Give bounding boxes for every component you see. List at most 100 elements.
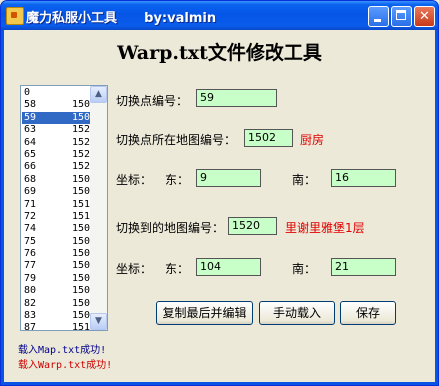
south-label: 南： (292, 173, 317, 187)
list-item-map: 1520 (72, 124, 91, 136)
warp-listbox[interactable]: 058 1502 59 1502 63 1520 64 1520 65 1520 66 1520 68 1… (20, 85, 108, 331)
dest-map-name: 里谢里雅堡1层 (285, 221, 365, 235)
dest-south-field[interactable]: 21 (331, 258, 396, 276)
list-item-map: 1506 (72, 173, 91, 185)
list-item-id: 65 (24, 148, 37, 160)
list-item-id: 80 (24, 285, 37, 297)
list-item-id: 58 (24, 99, 37, 111)
list-item-id: 79 (24, 272, 37, 284)
dest-map-label: 切换到的地图编号： (116, 221, 225, 235)
maximize-button[interactable] (391, 6, 412, 27)
close-icon: ✕ (419, 9, 430, 24)
list-item-id: 82 (24, 297, 37, 309)
warp-list-items: 058 1502 59 1502 63 1520 64 1520 65 1520 66 1520 68 1… (22, 87, 91, 331)
list-item-map: 1502 (72, 99, 91, 111)
list-item[interactable]: 65 1520 (22, 149, 91, 161)
page-title: Warp.txt文件修改工具 (117, 42, 322, 64)
list-item[interactable]: 0 (22, 87, 91, 99)
status-map-loaded: 载入Map.txt成功! (18, 345, 107, 356)
close-button[interactable]: ✕ (414, 6, 435, 27)
list-item-map: 1509 (72, 223, 91, 235)
list-item-id: 66 (24, 161, 37, 173)
list-item[interactable]: 58 1502 (22, 99, 91, 111)
list-item-map: 1504 (72, 260, 91, 272)
list-item-map: 1509 (72, 235, 91, 247)
list-item-id: 59 (24, 111, 37, 123)
list-item[interactable]: 68 1506 (22, 174, 91, 186)
warp-id-label: 切换点编号： (116, 94, 189, 108)
copy-last-edit-button[interactable]: 复制最后并编辑 (156, 301, 253, 325)
south-field[interactable]: 16 (331, 169, 396, 187)
dest-coords-label: 坐标： (116, 262, 153, 276)
east-field[interactable]: 9 (196, 169, 261, 187)
manual-load-button[interactable]: 手动载入 (259, 301, 335, 325)
list-item[interactable]: 66 1520 (22, 161, 91, 173)
scroll-up-button[interactable]: ▲ (90, 86, 107, 103)
app-icon (6, 7, 24, 25)
list-item-map: 1520 (72, 161, 91, 173)
list-item[interactable]: 75 1509 (22, 236, 91, 248)
list-item[interactable]: 80 1508 (22, 285, 91, 297)
maximize-icon (396, 10, 406, 20)
list-item-map: 1502 (72, 111, 91, 123)
source-map-name: 厨房 (300, 133, 325, 147)
dest-east-field[interactable]: 104 (196, 258, 261, 276)
list-item-id: 87 (24, 322, 37, 331)
list-item-map: 1508 (72, 272, 91, 284)
list-item-id: 77 (24, 260, 37, 272)
list-item[interactable]: 72 1510 (22, 211, 91, 223)
list-item[interactable]: 79 1508 (22, 273, 91, 285)
east-label: 东： (165, 173, 190, 187)
app-window: 魔力私服小工具 by:valmin ✕ Warp.txt文件修改工具 0 58 15… (0, 0, 439, 386)
list-item-map: 1507 (72, 297, 91, 309)
list-item-map: 1508 (72, 285, 91, 297)
list-item[interactable]: 83 1507 (22, 310, 91, 322)
list-item[interactable]: 76 1504 (22, 248, 91, 260)
list-item-id: 74 (24, 223, 37, 235)
source-map-label: 切换点所在地图编号： (116, 133, 237, 147)
dest-map-field[interactable]: 1520 (228, 217, 277, 235)
list-item-map: 1520 (72, 148, 91, 160)
list-item-id: 76 (24, 248, 37, 260)
client-area: Warp.txt文件修改工具 058 1502 59 1502 63 1520 64 1520… (4, 30, 435, 382)
dest-east-label: 东： (165, 262, 190, 276)
scroll-down-button[interactable]: ▼ (90, 313, 107, 330)
dest-south-label: 南： (292, 262, 317, 276)
list-item-map: 1510 (72, 210, 91, 222)
list-item-id: 64 (24, 136, 37, 148)
warp-id-field[interactable]: 59 (196, 89, 277, 107)
list-item[interactable]: 77 1504 (22, 260, 91, 272)
source-map-field[interactable]: 1502 (244, 129, 293, 147)
list-item[interactable]: 69 1506 (22, 186, 91, 198)
list-item-map: 1506 (72, 186, 91, 198)
list-item[interactable]: 64 1520 (22, 137, 91, 149)
list-item[interactable]: 63 1520 (22, 124, 91, 136)
list-item-map: 1507 (72, 310, 91, 322)
list-item-id: 69 (24, 186, 37, 198)
list-item-id: 63 (24, 124, 37, 136)
save-button[interactable]: 保存 (340, 301, 396, 325)
list-scrollbar[interactable]: ▲ ▼ (90, 86, 107, 330)
list-item-map: 1510 (72, 198, 91, 210)
list-item[interactable]: 59 1502 (22, 111, 91, 125)
chevron-up-icon: ▲ (95, 89, 102, 99)
list-item[interactable]: 82 1507 (22, 298, 91, 310)
list-item[interactable]: 74 1509 (22, 223, 91, 235)
minimize-icon (374, 19, 381, 22)
list-item-id: 72 (24, 210, 37, 222)
list-item-map: 1511 (72, 322, 91, 331)
list-item-id: 0 (24, 87, 31, 98)
chevron-down-icon: ▼ (95, 316, 102, 326)
minimize-button[interactable] (368, 6, 389, 27)
list-item-id: 71 (24, 198, 37, 210)
list-item-id: 68 (24, 173, 37, 185)
list-item-id: 83 (24, 310, 37, 322)
list-item-map: 1520 (72, 136, 91, 148)
window-title: 魔力私服小工具 by:valmin (26, 11, 217, 26)
list-item[interactable]: 87 1511 (22, 322, 91, 331)
title-bar[interactable]: 魔力私服小工具 by:valmin ✕ (1, 1, 438, 30)
list-item-map: 1504 (72, 248, 91, 260)
list-item[interactable]: 71 1510 (22, 199, 91, 211)
list-item-id: 75 (24, 235, 37, 247)
status-warp-loaded: 载入Warp.txt成功! (18, 360, 113, 371)
